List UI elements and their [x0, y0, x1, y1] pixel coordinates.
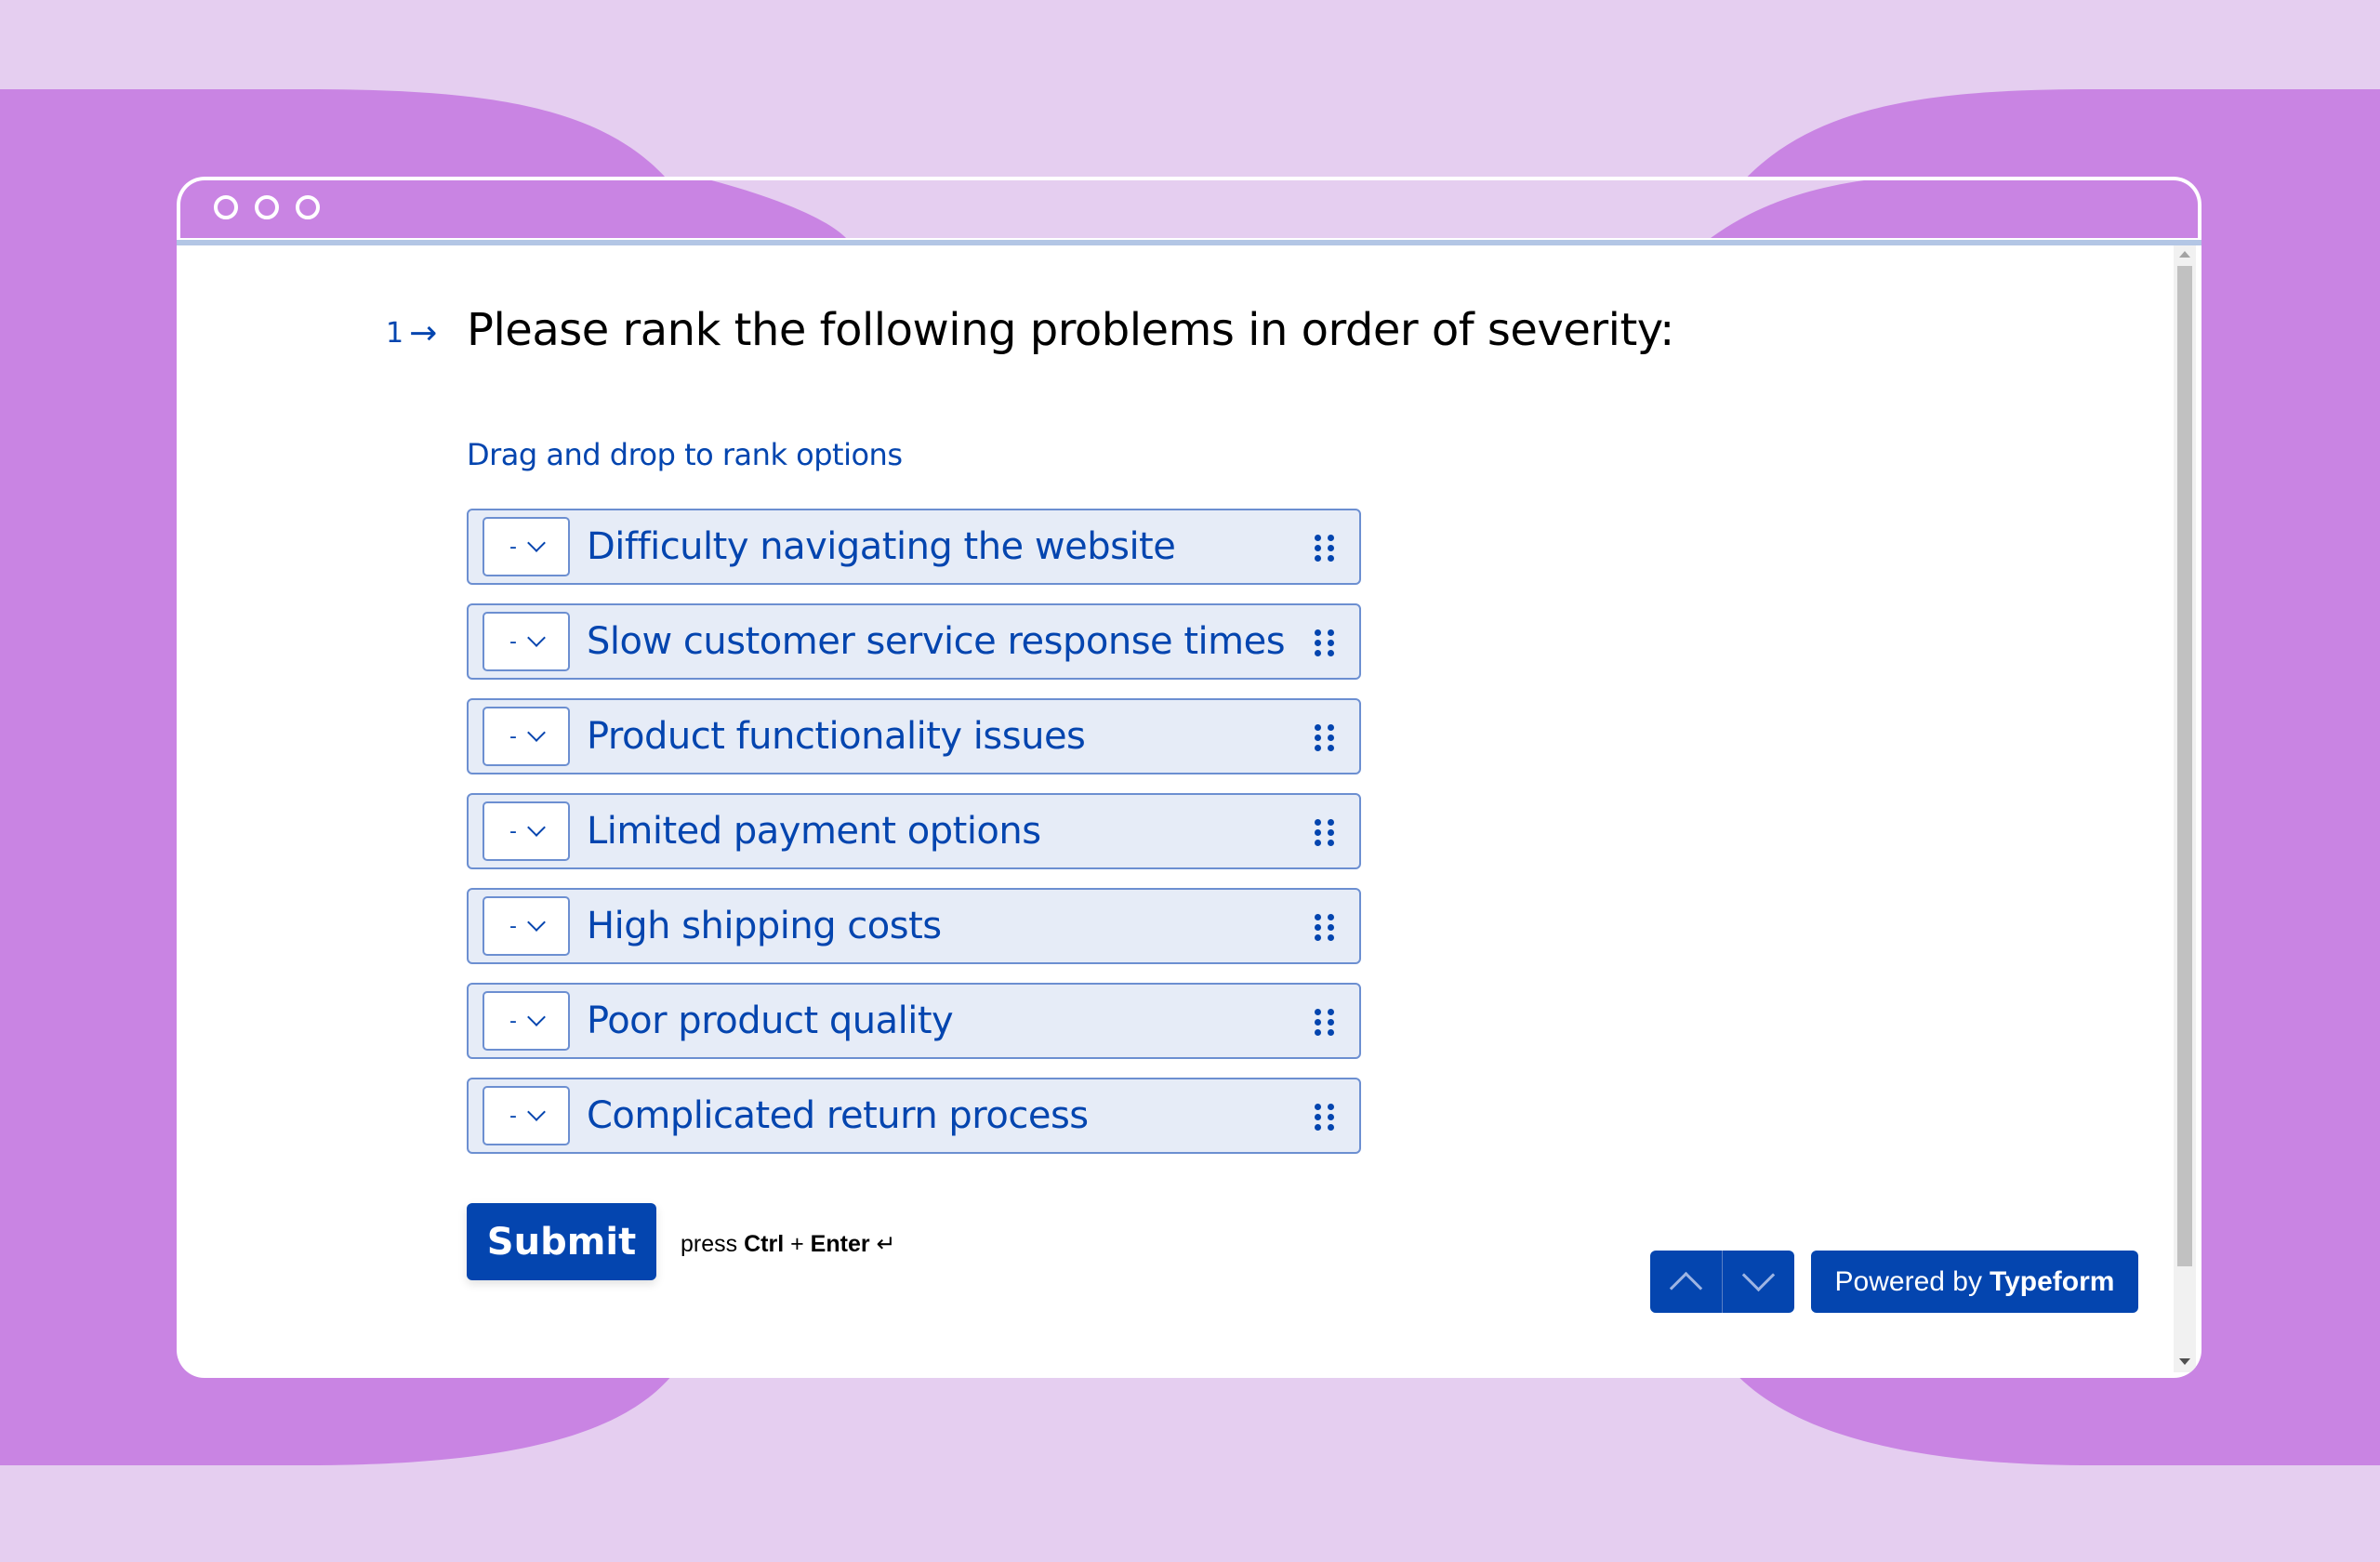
ranking-option[interactable]: - Complicated return process: [467, 1078, 1361, 1154]
option-label: Difficulty navigating the website: [587, 525, 1176, 568]
browser-window: 1 → Please rank the following problems i…: [177, 177, 2202, 1378]
vertical-scrollbar[interactable]: [2174, 245, 2196, 1372]
chevron-down-icon: [527, 723, 546, 742]
ranking-option[interactable]: - Poor product quality: [467, 983, 1361, 1059]
rank-select[interactable]: -: [483, 1086, 570, 1145]
ranking-option[interactable]: - Difficulty navigating the website: [467, 509, 1361, 585]
question-navigation: [1650, 1251, 1794, 1313]
ranking-list: - Difficulty navigating the website - Sl…: [467, 509, 1361, 1172]
question-number-text: 1: [386, 317, 404, 350]
question-title: Please rank the following problems in or…: [467, 304, 1674, 356]
scroll-down-arrow-icon[interactable]: [2179, 1358, 2190, 1365]
ranking-option[interactable]: - Slow customer service response times: [467, 603, 1361, 680]
arrow-right-icon: →: [409, 314, 438, 352]
drag-handle-icon[interactable]: [1315, 914, 1335, 942]
keyboard-shortcut-hint: press Ctrl + Enter ↵: [681, 1231, 896, 1257]
rank-select[interactable]: -: [483, 517, 570, 576]
window-controls: [214, 195, 320, 219]
enter-icon: ↵: [876, 1231, 896, 1257]
window-frame: [177, 177, 2202, 238]
window-control-circle-icon[interactable]: [296, 195, 320, 219]
option-label: Slow customer service response times: [587, 620, 1286, 663]
submit-button[interactable]: Submit: [467, 1203, 656, 1280]
question-number: 1 →: [386, 314, 437, 352]
drag-handle-icon[interactable]: [1315, 629, 1335, 657]
ranking-option[interactable]: - Limited payment options: [467, 793, 1361, 869]
previous-question-button[interactable]: [1650, 1251, 1722, 1313]
next-question-button[interactable]: [1722, 1251, 1794, 1313]
chevron-down-icon: [527, 1103, 546, 1121]
option-label: Limited payment options: [587, 810, 1041, 853]
chevron-down-icon: [527, 1008, 546, 1026]
rank-select[interactable]: -: [483, 707, 570, 766]
powered-by-typeform-button[interactable]: Powered by Typeform: [1811, 1251, 2138, 1313]
chevron-down-icon: [527, 534, 546, 552]
drag-handle-icon[interactable]: [1315, 1009, 1335, 1037]
window-control-circle-icon[interactable]: [255, 195, 279, 219]
option-label: Complicated return process: [587, 1094, 1089, 1137]
question-hint: Drag and drop to rank options: [467, 437, 903, 472]
chevron-down-icon: [1741, 1258, 1776, 1292]
option-label: Poor product quality: [587, 999, 954, 1042]
drag-handle-icon[interactable]: [1315, 819, 1335, 847]
scroll-up-arrow-icon[interactable]: [2179, 251, 2190, 258]
chevron-down-icon: [527, 818, 546, 837]
rank-select[interactable]: -: [483, 991, 570, 1051]
chevron-up-icon: [1669, 1271, 1703, 1305]
drag-handle-icon[interactable]: [1315, 724, 1335, 752]
chevron-down-icon: [527, 913, 546, 932]
rank-select[interactable]: -: [483, 896, 570, 956]
ranking-option[interactable]: - Product functionality issues: [467, 698, 1361, 774]
rank-select[interactable]: -: [483, 612, 570, 671]
progress-bar: [177, 240, 2202, 245]
ranking-option[interactable]: - High shipping costs: [467, 888, 1361, 964]
option-label: High shipping costs: [587, 905, 942, 947]
drag-handle-icon[interactable]: [1315, 535, 1335, 563]
rank-select[interactable]: -: [483, 801, 570, 861]
scrollbar-thumb[interactable]: [2177, 266, 2192, 1266]
option-label: Product functionality issues: [587, 715, 1086, 758]
chevron-down-icon: [527, 629, 546, 647]
window-control-circle-icon[interactable]: [214, 195, 238, 219]
drag-handle-icon[interactable]: [1315, 1104, 1335, 1132]
